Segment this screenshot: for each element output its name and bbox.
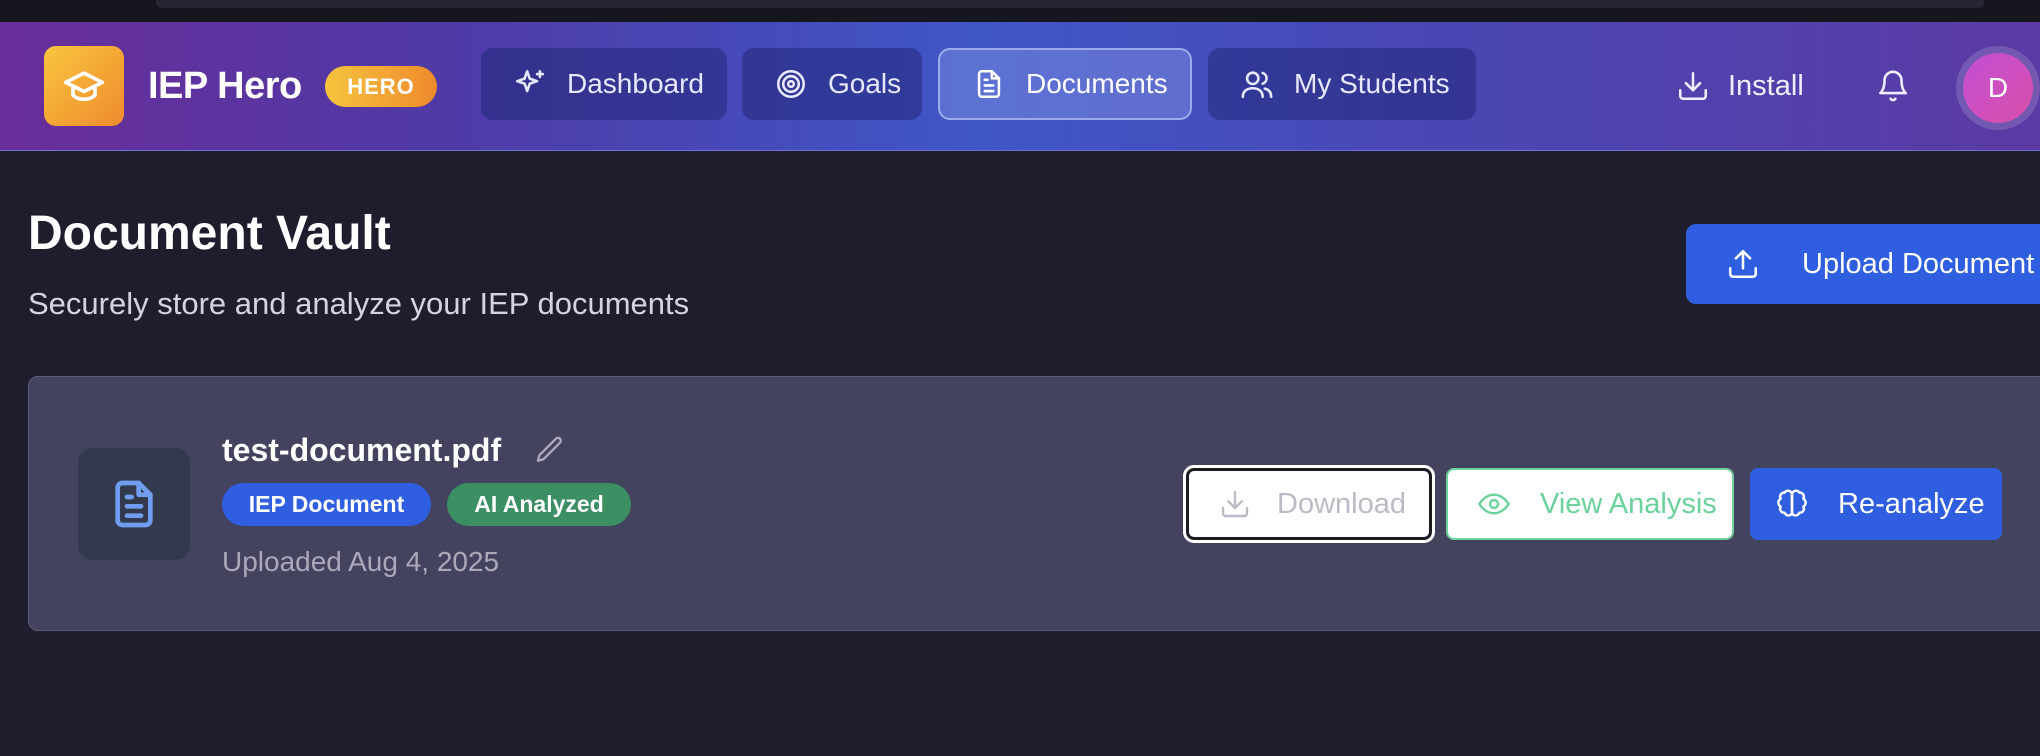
document-filename: test-document.pdf (222, 432, 502, 468)
tag-iep-document: IEP Document (222, 483, 431, 526)
top-navbar: IEP Hero HERO Dashboard Goals Documents (0, 22, 2040, 151)
download-icon (1676, 69, 1710, 103)
view-analysis-button[interactable]: View Analysis (1446, 468, 1734, 540)
reanalyze-button[interactable]: Re-analyze (1750, 468, 2002, 540)
edit-pencil-icon[interactable] (534, 434, 566, 466)
app-name: IEP Hero (148, 65, 302, 107)
view-analysis-label: View Analysis (1540, 487, 1717, 520)
file-text-icon (106, 476, 162, 532)
upload-date: Uploaded Aug 4, 2025 (222, 546, 500, 577)
notifications-bell-icon[interactable] (1876, 68, 1910, 104)
hero-badge: HERO (325, 66, 437, 107)
nav-documents[interactable]: Documents (938, 48, 1192, 120)
nav-my-students[interactable]: My Students (1208, 48, 1476, 120)
install-button[interactable]: Install (1676, 62, 1804, 110)
install-label: Install (1728, 69, 1804, 102)
user-avatar[interactable]: D (1963, 53, 2033, 123)
browser-top-strip (0, 0, 2040, 22)
document-icon (972, 67, 1006, 101)
users-icon (1240, 67, 1274, 101)
address-bar (156, 0, 1984, 8)
nav-goals[interactable]: Goals (742, 48, 922, 120)
document-thumbnail (78, 448, 190, 560)
nav-dashboard[interactable]: Dashboard (481, 48, 727, 120)
upload-icon (1726, 247, 1760, 281)
upload-label: Upload Document (1802, 247, 2035, 280)
upload-document-button[interactable]: Upload Document (1686, 224, 2040, 304)
graduation-cap-icon (62, 64, 106, 108)
tag-ai-analyzed: AI Analyzed (447, 483, 631, 526)
sparkles-icon (513, 67, 547, 101)
brain-icon (1776, 488, 1808, 520)
nav-label: Documents (1026, 68, 1168, 99)
page-title: Document Vault (28, 207, 391, 260)
eye-icon (1478, 488, 1510, 520)
download-label: Download (1277, 487, 1406, 520)
download-button[interactable]: Download (1183, 465, 1435, 543)
app-logo[interactable] (44, 46, 124, 126)
nav-label: Dashboard (567, 68, 704, 99)
nav-label: My Students (1294, 68, 1450, 99)
download-icon (1219, 488, 1251, 520)
target-icon (774, 67, 808, 101)
page-subtitle: Securely store and analyze your IEP docu… (28, 286, 690, 321)
reanalyze-label: Re-analyze (1838, 487, 1985, 520)
nav-label: Goals (828, 68, 902, 99)
